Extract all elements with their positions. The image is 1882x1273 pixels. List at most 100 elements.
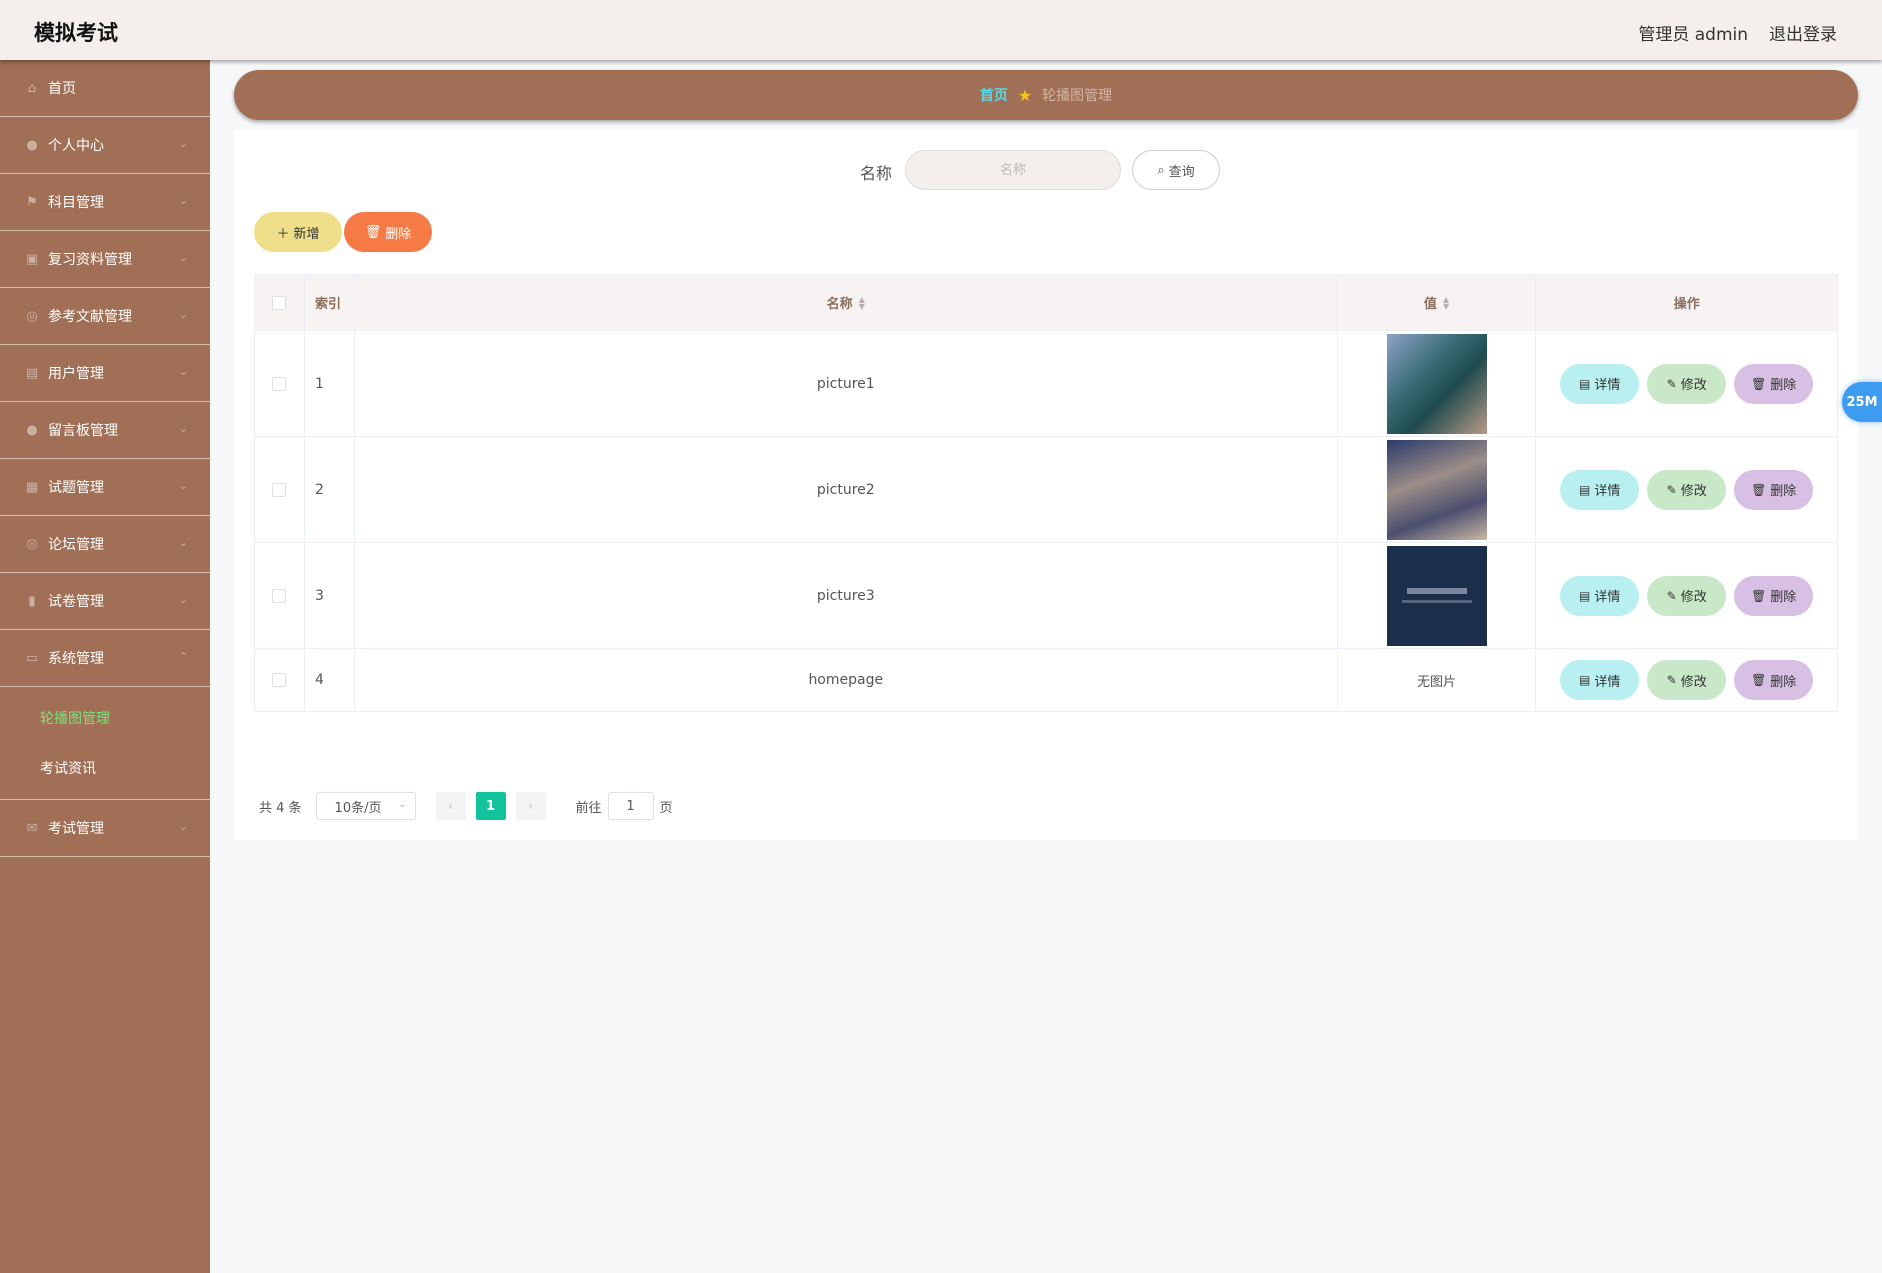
search-button-label: 查询 <box>1168 164 1195 180</box>
table-body: 1 picture1 ▤ 详情 ✎ 修改 🗑 删除 2 picture2 ▤ 详情 ✎ 修… <box>255 331 1837 711</box>
pencil-icon: ✎ <box>1666 673 1677 687</box>
delete-label: 删除 <box>1770 674 1797 690</box>
prev-page-button[interactable]: ‹ <box>435 792 466 820</box>
sidebar-item-label: 首页 <box>48 81 76 97</box>
table-row: 3 picture3 ▤ 详情 ✎ 修改 🗑 删除 <box>255 543 1837 649</box>
detail-button[interactable]: ▤ 详情 <box>1560 469 1640 510</box>
sidebar-item-label: 复习资料管理 <box>48 252 132 268</box>
sidebar-item[interactable]: ● 个人中心 ⌄ <box>0 117 210 174</box>
banner-thumbnail <box>1386 333 1487 434</box>
add-button-label: 新增 <box>293 226 320 242</box>
data-table: 索引 名称 ▲▼ 值 ▲▼ 操作 1 picture1 ▤详情 ✎修改 <box>254 274 1838 712</box>
delete-button[interactable]: 🗑 删除 <box>1734 575 1814 616</box>
chevron-down-icon: ⌄ <box>178 194 188 207</box>
sidebar-item[interactable]: ▤ 用户管理 ⌄ <box>0 345 210 402</box>
sidebar-item-label: 试卷管理 <box>48 594 104 610</box>
app-title: 模拟考试 <box>34 21 118 45</box>
column-label-index: 索引 <box>314 297 341 312</box>
pagination-total: 共 4 条 <box>259 800 302 816</box>
edit-label: 修改 <box>1680 378 1707 393</box>
edit-button[interactable]: ✎ 修改 <box>1647 575 1727 616</box>
select-all-checkbox[interactable] <box>272 295 287 310</box>
row-checkbox[interactable] <box>272 673 287 687</box>
page-number-current[interactable]: 1 <box>475 792 506 820</box>
chevron-down-icon: ⌄ <box>178 479 188 492</box>
sidebar-item[interactable]: ▭ 系统管理 ⌃ <box>0 630 210 687</box>
goto-page-input[interactable] <box>607 792 654 820</box>
sidebar-item[interactable]: ● 留言板管理 ⌄ <box>0 402 210 459</box>
column-header-name[interactable]: 名称 ▲ ▼ <box>355 275 1338 330</box>
sidebar-item[interactable]: ⌂ 首页 <box>0 60 210 117</box>
row-actions: ▤ 详情 ✎ 修改 🗑 删除 <box>1536 649 1837 711</box>
sidebar-item-label: 用户管理 <box>48 366 104 382</box>
detail-button[interactable]: ▤ 详情 <box>1560 363 1640 404</box>
row-value <box>1338 437 1537 542</box>
delete-button[interactable]: 🗑 删除 <box>1734 363 1814 404</box>
edit-label: 修改 <box>1680 590 1707 605</box>
sidebar-subitem[interactable]: 轮播图管理 <box>0 693 210 743</box>
table-row: 1 picture1 ▤ 详情 ✎ 修改 🗑 删除 <box>255 331 1837 437</box>
microphone-icon: ▮ <box>28 593 36 609</box>
logout-link[interactable]: 退出登录 <box>1769 20 1837 45</box>
row-select-cell <box>255 649 305 711</box>
row-checkbox[interactable] <box>272 588 287 603</box>
sort-icon[interactable]: ▲ ▼ <box>859 295 865 310</box>
sort-icon[interactable]: ▲ ▼ <box>1443 295 1449 310</box>
page-size-select[interactable]: 10条/页 ⌄ <box>315 792 416 820</box>
row-actions: ▤ 详情 ✎ 修改 🗑 删除 <box>1536 543 1837 648</box>
chevron-down-icon: ⌄ <box>178 308 188 321</box>
search-row: 名称 ⌕ 查询 <box>234 150 1858 190</box>
table-row: 2 picture2 ▤ 详情 ✎ 修改 🗑 删除 <box>255 437 1837 543</box>
search-input[interactable] <box>905 150 1121 190</box>
floating-badge[interactable]: 25M <box>1842 382 1882 422</box>
sidebar-item-label: 考试管理 <box>48 821 104 837</box>
batch-delete-button[interactable]: 🗑 删除 <box>344 212 432 252</box>
document-icon: ▤ <box>1579 673 1591 687</box>
add-button[interactable]: ＋ 新增 <box>254 212 342 252</box>
detail-button[interactable]: ▤ 详情 <box>1560 660 1640 700</box>
detail-button[interactable]: ▤ 详情 <box>1560 575 1640 616</box>
delete-label: 删除 <box>1770 590 1797 605</box>
table-row: 4 homepage 无图片 ▤ 详情 ✎ 修改 🗑 删除 <box>255 649 1837 711</box>
next-page-button[interactable]: › <box>515 792 546 820</box>
column-label-actions: 操作 <box>1673 297 1700 312</box>
edit-label: 修改 <box>1680 674 1707 690</box>
row-checkbox[interactable] <box>272 482 287 497</box>
chevron-down-icon: ⌄ <box>178 137 188 150</box>
row-name: picture3 <box>355 543 1338 648</box>
edit-button[interactable]: ✎ 修改 <box>1647 363 1727 404</box>
user-icon: ● <box>26 137 38 153</box>
sidebar-item[interactable]: ◎ 论坛管理 ⌄ <box>0 516 210 573</box>
breadcrumb-home[interactable]: 首页 <box>980 85 1008 105</box>
pencil-icon: ✎ <box>1666 588 1677 603</box>
sidebar-item[interactable]: ▦ 试题管理 ⌄ <box>0 459 210 516</box>
edit-button[interactable]: ✎ 修改 <box>1647 660 1727 700</box>
delete-label: 删除 <box>1770 484 1797 499</box>
sidebar-item[interactable]: ▣ 复习资料管理 ⌄ <box>0 231 210 288</box>
edit-label: 修改 <box>1680 484 1707 499</box>
sidebar-item[interactable]: ⚑ 科目管理 ⌄ <box>0 174 210 231</box>
column-header-value[interactable]: 值 ▲ ▼ <box>1338 275 1537 330</box>
sidebar: ⌂ 首页 ● 个人中心 ⌄ ⚑ 科目管理 ⌄ ▣ 复习资料管理 ⌄ ◎ 参考文献管理 ⌄ ▤ 用户管理 ⌄ ● 留言… <box>0 60 210 1273</box>
podium-icon: ▤ <box>25 365 39 381</box>
row-name: homepage <box>355 649 1338 711</box>
compass-icon: ◎ <box>26 308 38 324</box>
detail-label: 详情 <box>1594 484 1621 499</box>
search-button[interactable]: ⌕ 查询 <box>1132 150 1220 190</box>
row-select-cell <box>255 543 305 648</box>
sidebar-item[interactable]: ◎ 参考文献管理 ⌄ <box>0 288 210 345</box>
compass-icon: ◎ <box>26 536 38 552</box>
row-select-cell <box>255 331 305 436</box>
search-icon: ⌕ <box>1157 162 1165 178</box>
sidebar-item-label: 科目管理 <box>48 195 104 211</box>
sidebar-subitem[interactable]: 考试资讯 <box>0 743 210 793</box>
delete-button[interactable]: 🗑 删除 <box>1734 660 1814 700</box>
main-panel: 名称 ⌕ 查询 ＋ 新增 🗑 删除 索引 名称 ▲▼ <box>234 130 1858 840</box>
sidebar-item[interactable]: ▮ 试卷管理 ⌄ <box>0 573 210 630</box>
detail-label: 详情 <box>1594 590 1621 605</box>
delete-button[interactable]: 🗑 删除 <box>1734 469 1814 510</box>
sidebar-item-label: 试题管理 <box>48 480 104 496</box>
edit-button[interactable]: ✎ 修改 <box>1647 469 1727 510</box>
row-checkbox[interactable] <box>272 376 287 391</box>
sidebar-item[interactable]: ✉ 考试管理 ⌄ <box>0 800 210 857</box>
